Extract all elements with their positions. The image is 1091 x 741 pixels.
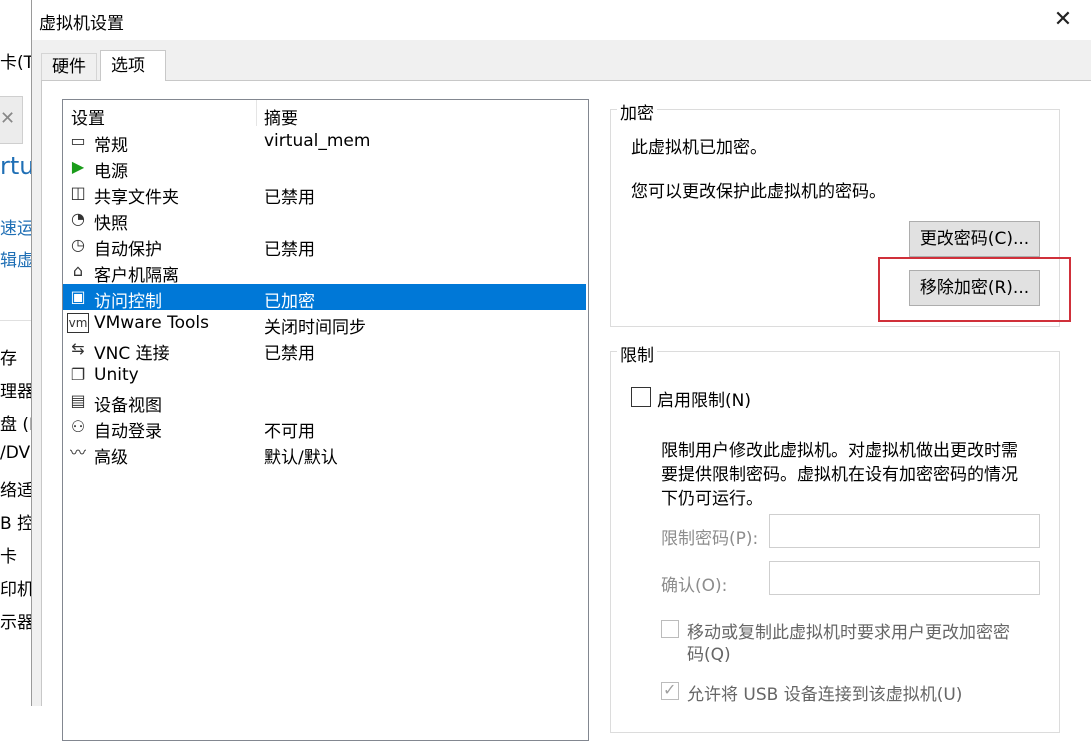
require-change-label-cont[interactable]: 码(Q): [687, 640, 731, 665]
restrictions-group: 限制 启用限制(N) 限制用户修改此虚拟机。对虚拟机做出更改时需 要提供限制密码…: [610, 341, 1060, 733]
list-item-label: 共享文件夹: [94, 188, 179, 208]
list-item-autologin[interactable]: ⚇ 自动登录 不可用: [63, 414, 586, 442]
settings-list[interactable]: 设置 摘要 ▭ 常规 virtual_mem ▶ 电源 ◫ 共享文件夹 已禁用 …: [62, 99, 589, 741]
encryption-group-title: 加密: [617, 99, 657, 124]
enable-restrictions-checkbox[interactable]: [631, 387, 651, 407]
require-change-checkbox[interactable]: [661, 620, 679, 638]
column-header-summary[interactable]: 摘要: [264, 104, 298, 129]
require-change-label[interactable]: 移动或复制此虚拟机时要求用户更改加密密: [687, 618, 1010, 643]
dialog-title: 虚拟机设置: [39, 14, 124, 34]
list-item-label: VNC 连接: [94, 344, 170, 364]
list-item-label: 设备视图: [94, 396, 162, 416]
access-control-icon: ▣: [70, 287, 86, 306]
bg-device-item: 示器: [0, 613, 32, 633]
list-item-summary: 默认/默认: [264, 448, 338, 468]
list-item-label: 访问控制: [94, 292, 162, 312]
restrictions-description-line: 限制用户修改此虚拟机。对虚拟机做出更改时需: [661, 441, 1018, 461]
monitor-icon: ▭: [70, 131, 86, 150]
bg-title-text: rtu: [0, 152, 32, 180]
title-bar: 虚拟机设置 ✕: [32, 0, 1091, 40]
list-item-summary: 关闭时间同步: [264, 318, 366, 338]
list-item-label: 自动登录: [94, 422, 162, 442]
shared-folder-icon: ◫: [70, 183, 86, 202]
restriction-password-field[interactable]: [769, 514, 1040, 548]
confirm-password-label: 确认(O):: [661, 576, 728, 596]
list-item-label: VMware Tools: [94, 313, 209, 333]
list-item-label: Unity: [94, 365, 139, 385]
highlight-annotation: [878, 257, 1071, 322]
list-item-summary: 已禁用: [264, 344, 315, 364]
restrictions-description-line: 下仍可运行。: [661, 489, 763, 509]
list-item-summary: 已禁用: [264, 188, 315, 208]
bg-device-item: 盘 (N: [0, 415, 32, 435]
confirm-password-field[interactable]: [769, 561, 1040, 595]
unity-icon: ❐: [70, 365, 86, 384]
list-item-shared-folders[interactable]: ◫ 共享文件夹 已禁用: [63, 180, 586, 208]
encryption-status: 此虚拟机已加密。: [631, 138, 767, 158]
list-item-summary: 已加密: [264, 292, 315, 312]
list-item-general[interactable]: ▭ 常规 virtual_mem: [63, 128, 586, 156]
bg-device-item: 络适配: [0, 481, 32, 501]
options-panel: 设置 摘要 ▭ 常规 virtual_mem ▶ 电源 ◫ 共享文件夹 已禁用 …: [41, 80, 1091, 741]
list-item-vmware-tools[interactable]: vm VMware Tools 关闭时间同步: [63, 310, 586, 338]
snapshot-icon: ◔: [71, 209, 85, 228]
encryption-hint: 您可以更改保护此虚拟机的密码。: [631, 182, 886, 202]
list-item-device-view[interactable]: ▤ 设备视图: [63, 388, 586, 416]
list-item-label: 常规: [94, 136, 128, 156]
clock-icon: ◷: [71, 235, 85, 254]
change-password-button[interactable]: 更改密码(C)...: [909, 221, 1040, 257]
checkmark-icon: ✓: [663, 680, 677, 699]
restriction-password-label: 限制密码(P):: [661, 529, 759, 549]
bg-menu-text: 卡(T): [0, 53, 32, 73]
bg-link-edit[interactable]: 辑虚拟: [0, 246, 32, 271]
allow-usb-label[interactable]: 允许将 USB 设备连接到该虚拟机(U): [687, 680, 962, 705]
list-item-access-control[interactable]: ▣ 访问控制 已加密: [63, 284, 586, 312]
list-item-summary: 已禁用: [264, 240, 315, 260]
tab-strip: 硬件 选项: [32, 40, 1091, 81]
restrictions-description-line: 要提供限制密码。虚拟机在设有加密密码的情况: [661, 465, 1018, 485]
tab-options[interactable]: 选项: [100, 50, 166, 81]
background-window: 卡(T) ✕ rtu 速运行 辑虚拟 存 理器 盘 (N /DV 络适配 B 控…: [0, 0, 32, 706]
column-divider[interactable]: [256, 100, 257, 126]
advanced-icon: 〰: [69, 443, 86, 462]
bg-device-item: /DV: [0, 443, 31, 463]
device-view-icon: ▤: [70, 391, 86, 410]
list-item-advanced[interactable]: 〰 高级 默认/默认: [63, 440, 586, 468]
bg-link-run[interactable]: 速运行: [0, 214, 32, 239]
list-item-summary: virtual_mem: [264, 131, 371, 151]
bg-device-item: 存: [0, 349, 17, 369]
restrictions-group-title: 限制: [617, 341, 657, 366]
list-item-autoprotect[interactable]: ◷ 自动保护 已禁用: [63, 232, 586, 260]
list-item-summary: 不可用: [264, 422, 315, 442]
bg-device-item: 卡: [0, 547, 17, 567]
list-item-vnc[interactable]: ⇆ VNC 连接 已禁用: [63, 336, 586, 364]
user-login-icon: ⚇: [70, 417, 86, 436]
bg-divider: [0, 320, 32, 321]
close-icon[interactable]: ✕: [1034, 0, 1091, 40]
enable-restrictions-label[interactable]: 启用限制(N): [657, 386, 751, 411]
tab-hardware[interactable]: 硬件: [41, 53, 97, 80]
vm-settings-dialog: 虚拟机设置 ✕ 硬件 选项 设置 摘要 ▭ 常规 virtual_mem ▶ 电…: [31, 0, 1091, 741]
column-header-setting[interactable]: 设置: [71, 104, 105, 129]
vnc-icon: ⇆: [71, 339, 85, 358]
list-item-label: 自动保护: [94, 240, 162, 260]
list-item-label: 快照: [94, 214, 128, 234]
bg-device-item: 理器: [0, 382, 32, 402]
list-item-label: 客户机隔离: [94, 266, 179, 286]
list-item-guest-isolation[interactable]: ⌂ 客户机隔离: [63, 258, 586, 286]
bg-device-item: 印机: [0, 580, 32, 600]
list-item-label: 高级: [94, 448, 128, 468]
power-play-icon: ▶: [71, 157, 85, 176]
list-item-power[interactable]: ▶ 电源: [63, 154, 586, 182]
list-item-label: 电源: [94, 162, 128, 182]
bg-device-item: B 控: [0, 514, 32, 534]
bg-tab-close-icon[interactable]: ✕: [0, 108, 15, 129]
list-item-snapshots[interactable]: ◔ 快照: [63, 206, 586, 234]
list-item-unity[interactable]: ❐ Unity: [63, 362, 586, 388]
vm-icon: vm: [67, 313, 89, 333]
allow-usb-checkbox[interactable]: ✓: [661, 680, 679, 700]
list-header: 设置 摘要: [63, 100, 588, 129]
lock-icon: ⌂: [72, 261, 84, 280]
